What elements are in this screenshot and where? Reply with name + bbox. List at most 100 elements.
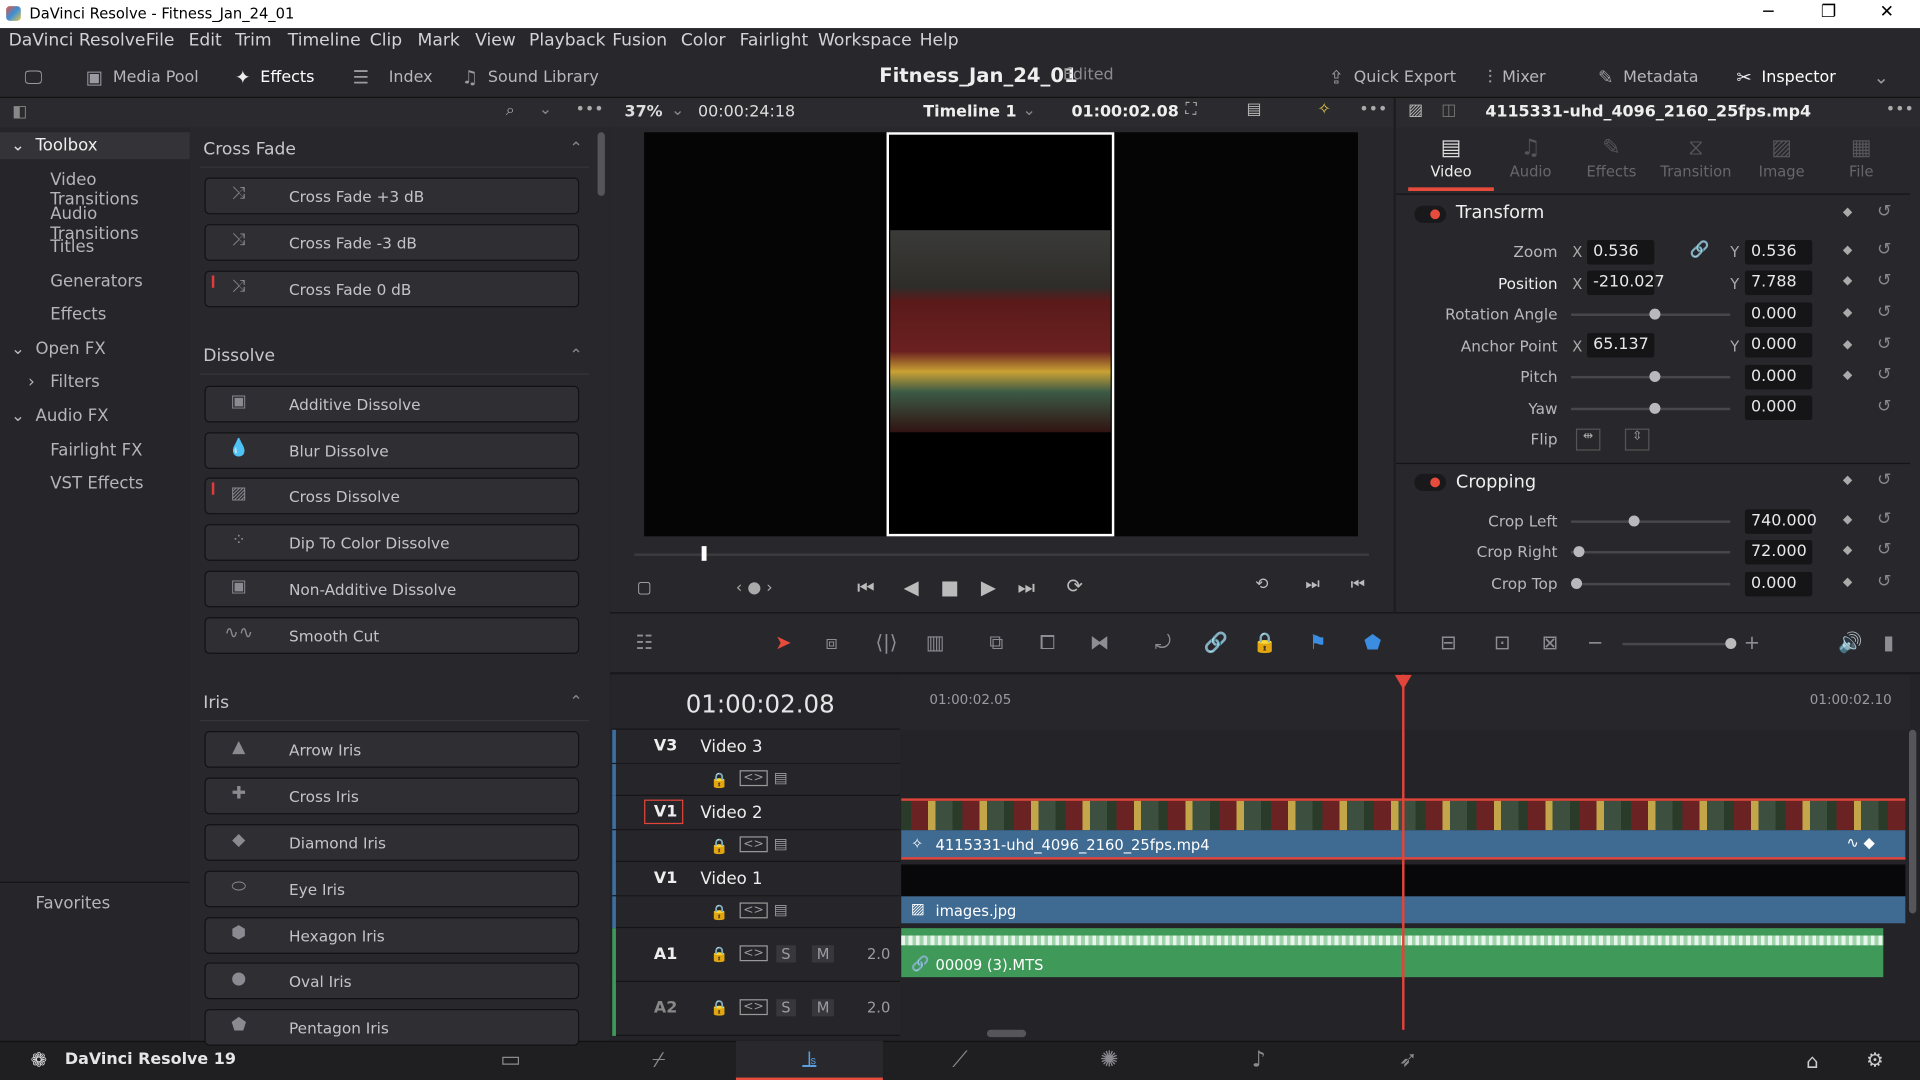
sidebar-item-fairlight-fx[interactable]: Fairlight FX	[50, 441, 142, 461]
insert-clip-icon[interactable]: ⧉	[989, 631, 1003, 655]
effect-item[interactable]: ⬢ Hexagon Iris	[204, 917, 580, 954]
curve-icon[interactable]: ∿ ◆	[1847, 834, 1875, 851]
keyframe-icon[interactable]: ◆	[1843, 274, 1852, 287]
track-header-a2[interactable]: A2 🔒 <> S M 2.0	[612, 982, 901, 1036]
sidebar-item-filters[interactable]: Filters	[50, 372, 100, 392]
mixer-button[interactable]: ⫶ Mixer	[1488, 66, 1546, 88]
inspector-tab-video[interactable]: ▤ Video	[1408, 135, 1494, 192]
sidebar-open-fx[interactable]: Open FX	[36, 339, 106, 359]
section-iris[interactable]: Iris	[203, 693, 229, 713]
keyframe-icon[interactable]: ◆	[1843, 338, 1852, 351]
quick-export-button[interactable]: ⇪ Quick Export	[1329, 66, 1456, 88]
inspector-tab-image[interactable]: ▨ Image	[1739, 135, 1825, 191]
keyframe-icon[interactable]: ◆	[1843, 206, 1852, 219]
sidebar-item-titles[interactable]: Titles	[50, 238, 94, 258]
sidebar-item-vst-effects[interactable]: VST Effects	[50, 474, 143, 494]
sidebar-audio-fx[interactable]: Audio FX	[36, 407, 109, 427]
blade-icon[interactable]: ▥	[926, 631, 945, 654]
next-edit-icon[interactable]: ⏭	[1305, 576, 1319, 594]
sidebar-favorites[interactable]: Favorites	[36, 894, 111, 914]
flag-icon[interactable]: ⚑	[1309, 631, 1327, 654]
fullscreen-icon[interactable]: ⛶	[1185, 100, 1196, 118]
track-id[interactable]: V1	[654, 869, 677, 887]
auto-select-icon[interactable]: <>	[739, 999, 768, 1016]
menu-trim[interactable]: Trim	[235, 31, 271, 51]
zoom-detail-icon[interactable]: ⊡	[1494, 631, 1510, 654]
crop-top-slider[interactable]	[1571, 577, 1731, 589]
color-page-icon[interactable]: ✺	[1036, 1041, 1183, 1080]
reset-icon[interactable]: ↺	[1877, 572, 1891, 592]
lock-icon[interactable]: 🔒	[710, 945, 728, 962]
track-id[interactable]: A1	[654, 945, 677, 963]
auto-select-icon[interactable]: <>	[739, 902, 768, 919]
disable-track-icon[interactable]: ▤	[774, 901, 788, 918]
auto-select-icon[interactable]: <>	[739, 836, 768, 853]
play-reverse-icon[interactable]: ◀	[904, 576, 919, 599]
minimize-button[interactable]: ─	[1763, 2, 1773, 22]
position-lock-icon[interactable]: 🔒	[1253, 631, 1277, 654]
collapse-chevron-icon[interactable]: ⌃	[569, 693, 582, 711]
go-to-start-icon[interactable]: ⏮	[857, 576, 875, 600]
marker-icon[interactable]: ⬟	[1364, 631, 1381, 654]
cropping-toggle[interactable]	[1414, 473, 1447, 492]
effect-item[interactable]: ⬟ Pentagon Iris	[204, 1008, 580, 1046]
mute-button[interactable]: M	[811, 945, 835, 963]
more-options-icon[interactable]: •••	[576, 100, 604, 118]
menu-view[interactable]: View	[475, 31, 516, 51]
cut-page-icon[interactable]: ⌿	[585, 1041, 732, 1080]
crop-left-slider[interactable]	[1571, 515, 1731, 527]
keyframe-icon[interactable]: ◆	[1843, 244, 1852, 257]
reset-icon[interactable]: ↺	[1877, 365, 1891, 385]
zoom-in-icon[interactable]: +	[1744, 631, 1760, 654]
effect-item[interactable]: ⁘ Dip To Color Dissolve	[204, 524, 580, 561]
menu-timeline[interactable]: Timeline	[288, 31, 361, 51]
go-to-end-icon[interactable]: ⏭	[1018, 576, 1036, 600]
effects-button[interactable]: ✦ Effects	[235, 66, 314, 88]
match-frame-icon[interactable]: ⟲	[1255, 576, 1268, 594]
solo-button[interactable]: S	[776, 945, 796, 963]
timeline-selector[interactable]: Timeline 1	[923, 103, 1016, 121]
mute-bar-icon[interactable]: ▮	[1883, 631, 1894, 654]
maximize-button[interactable]: ❐	[1821, 2, 1836, 22]
track-id[interactable]: A2	[654, 999, 677, 1017]
auto-select-icon[interactable]: <>	[739, 945, 768, 962]
menu-mark[interactable]: Mark	[418, 31, 460, 51]
crop-right-slider[interactable]	[1571, 546, 1731, 558]
stop-icon[interactable]: ■	[940, 576, 959, 599]
effect-item[interactable]: ● Oval Iris	[204, 962, 580, 1000]
track-header-v3[interactable]: V3 Video 3 🔒 <> ▤	[612, 729, 901, 796]
anchor-x-field[interactable]: 65.137	[1586, 333, 1655, 358]
image-icon[interactable]: ▨	[1408, 102, 1423, 120]
lock-icon[interactable]: 🔒	[710, 771, 728, 788]
hq-icon[interactable]: ▤	[1247, 100, 1262, 118]
track-id[interactable]: V3	[654, 737, 677, 755]
video-frame[interactable]	[886, 132, 1115, 537]
keyframe-nav-icon[interactable]: ‹ ● ›	[736, 579, 773, 597]
rotation-slider[interactable]	[1571, 308, 1731, 320]
search-icon[interactable]: ⌕	[506, 102, 515, 120]
effect-item[interactable]: ▲ Arrow Iris	[204, 731, 580, 768]
effect-item[interactable]: ▣ Non-Additive Dissolve	[204, 570, 580, 608]
snapping-icon[interactable]: ⤾	[1155, 631, 1171, 655]
menu-clip[interactable]: Clip	[370, 31, 402, 51]
yaw-slider[interactable]	[1571, 402, 1731, 414]
rotation-field[interactable]: 0.000	[1744, 302, 1813, 327]
timeline-h-scrollbar[interactable]	[986, 1029, 1027, 1038]
reset-icon[interactable]: ↺	[1877, 509, 1891, 529]
menu-fusion[interactable]: Fusion	[612, 31, 667, 51]
effect-item[interactable]: ▣ Additive Dissolve	[204, 385, 580, 423]
track-name[interactable]: Video 1	[700, 869, 762, 889]
zoom-out-icon[interactable]: −	[1587, 631, 1603, 654]
index-button[interactable]: ☰ Index	[353, 66, 433, 88]
workspace-toggle-button[interactable]: 🖵	[24, 66, 42, 88]
inspector-tab-file[interactable]: ▦ File	[1818, 135, 1904, 191]
flip-horizontal-icon[interactable]: ⇹	[1575, 428, 1601, 451]
track-header-a1[interactable]: A1 🔒 <> S M 2.0	[612, 928, 901, 983]
menu-help[interactable]: Help	[920, 31, 959, 51]
zoom-slider[interactable]	[1622, 637, 1737, 649]
effect-item[interactable]: ⤨ Cross Fade +3 dB	[204, 177, 580, 215]
zoom-x-field[interactable]: 0.536	[1586, 240, 1655, 265]
keyframe-icon[interactable]: ◆	[1843, 306, 1852, 319]
crop-top-field[interactable]: 0.000	[1744, 571, 1813, 597]
zoom-custom-icon[interactable]: ⊠	[1542, 631, 1558, 654]
